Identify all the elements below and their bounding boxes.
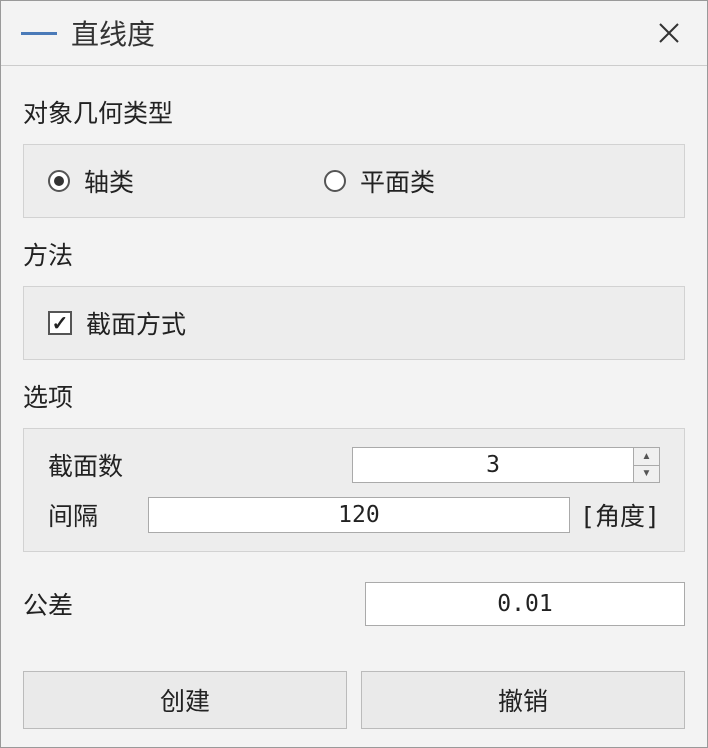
section-count-label: 截面数 — [48, 447, 138, 483]
section-count-value: 3 — [353, 448, 633, 482]
checkbox-section-mode[interactable]: ✓ 截面方式 — [48, 305, 660, 341]
radio-plane[interactable]: 平面类 — [324, 163, 435, 199]
title-left: 直线度 — [21, 13, 155, 53]
method-panel: ✓ 截面方式 — [23, 286, 685, 360]
radio-axis-label: 轴类 — [84, 163, 134, 199]
radio-plane-label: 平面类 — [360, 163, 435, 199]
interval-row: 间隔 120 [角度] — [48, 497, 660, 533]
straightness-dialog: 直线度 对象几何类型 轴类 平面类 方法 — [0, 0, 708, 748]
options-label: 选项 — [23, 378, 685, 414]
method-label: 方法 — [23, 236, 685, 272]
title-bar: 直线度 — [1, 1, 707, 66]
radio-icon — [324, 170, 346, 192]
tolerance-label: 公差 — [23, 586, 73, 622]
spinner-up-button[interactable]: ▲ — [634, 448, 659, 466]
dialog-content: 对象几何类型 轴类 平面类 方法 ✓ 截面方式 选项 截 — [1, 66, 707, 657]
radio-axis[interactable]: 轴类 — [48, 163, 134, 199]
checkbox-section-mode-label: 截面方式 — [86, 305, 186, 341]
interval-label: 间隔 — [48, 497, 138, 533]
spinner-buttons: ▲ ▼ — [633, 448, 659, 482]
close-button[interactable] — [651, 15, 687, 51]
straightness-icon — [21, 32, 57, 35]
geometry-type-panel: 轴类 平面类 — [23, 144, 685, 218]
tolerance-row: 公差 0.01 — [23, 582, 685, 626]
radio-icon — [48, 170, 70, 192]
interval-unit: [角度] — [580, 497, 660, 533]
interval-input[interactable]: 120 — [148, 497, 570, 533]
close-icon — [658, 22, 680, 44]
dialog-title: 直线度 — [71, 13, 155, 53]
geometry-type-label: 对象几何类型 — [23, 94, 685, 130]
geometry-radio-group: 轴类 平面类 — [48, 163, 660, 199]
button-row: 创建 撤销 — [1, 657, 707, 747]
cancel-button[interactable]: 撤销 — [361, 671, 685, 729]
options-panel: 截面数 3 ▲ ▼ 间隔 120 [角度] — [23, 428, 685, 552]
spinner-down-button[interactable]: ▼ — [634, 466, 659, 483]
section-count-spinner[interactable]: 3 ▲ ▼ — [352, 447, 660, 483]
create-button[interactable]: 创建 — [23, 671, 347, 729]
section-count-row: 截面数 3 ▲ ▼ — [48, 447, 660, 483]
checkbox-icon: ✓ — [48, 311, 72, 335]
tolerance-input[interactable]: 0.01 — [365, 582, 685, 626]
